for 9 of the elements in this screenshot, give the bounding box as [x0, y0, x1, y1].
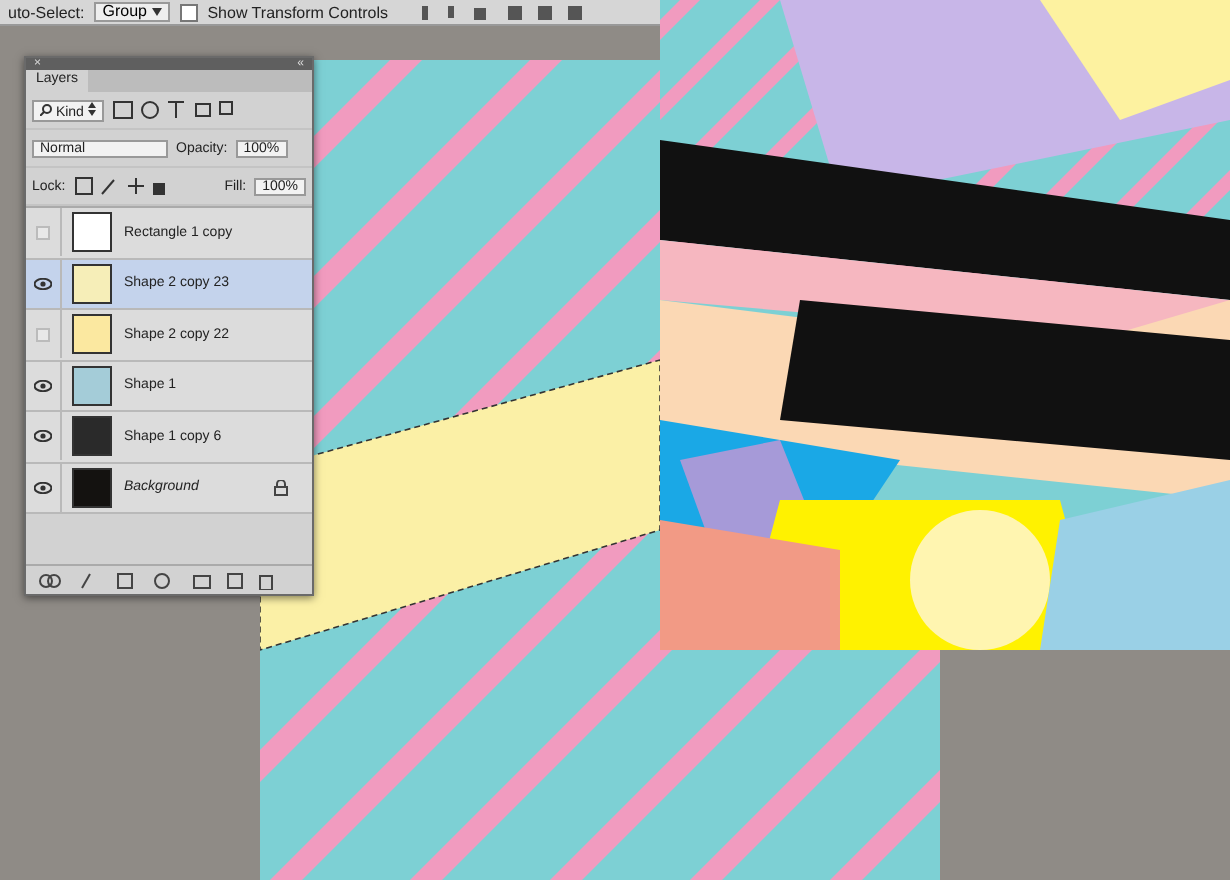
- auto-select-label: uto-Select:: [8, 3, 85, 21]
- transform-checkbox[interactable]: [179, 3, 198, 21]
- stepper-arrows-icon: [87, 101, 96, 115]
- lock-options-icon[interactable]: [73, 176, 166, 196]
- auto-select-dropdown[interactable]: Group: [94, 2, 170, 22]
- caret-icon: [151, 8, 162, 16]
- layer-actions-icon[interactable]: [38, 571, 278, 589]
- search-icon: [40, 103, 52, 115]
- show-transform-label: Show Transform Controls: [207, 3, 388, 21]
